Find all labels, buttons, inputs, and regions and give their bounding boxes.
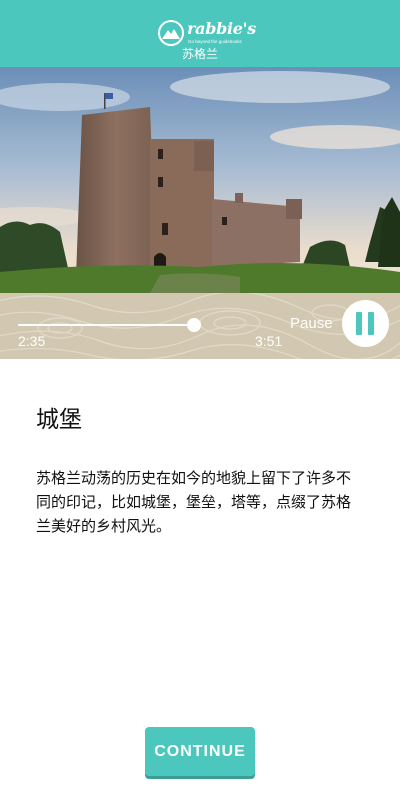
pause-icon-bar	[368, 312, 374, 335]
progress-handle[interactable]	[186, 318, 201, 332]
total-time: 3:51	[255, 333, 283, 349]
mountain-logo-icon	[158, 20, 184, 46]
brand-tagline: Go beyond the guidebooks	[188, 39, 242, 44]
brand-logo: rabbie's Go beyond the guidebooks	[0, 18, 400, 46]
section-title: 城堡	[36, 407, 82, 433]
elapsed-time: 2:35	[18, 333, 46, 349]
pause-label: Pause	[290, 315, 333, 332]
pause-button[interactable]	[342, 300, 389, 347]
castle-hero-image	[0, 67, 400, 293]
continue-button[interactable]: CONTINUE	[145, 727, 255, 776]
progress-track[interactable]	[18, 324, 194, 326]
brand-name: rabbie's	[187, 19, 256, 38]
section-body: 苏格兰动荡的历史在如今的地貌上留下了许多不同的印记，比如城堡，堡垒，塔等，点缀了…	[36, 469, 352, 535]
pause-icon	[356, 312, 362, 335]
app-header: rabbie's Go beyond the guidebooks 苏格兰	[0, 0, 400, 67]
header-subtitle: 苏格兰	[181, 47, 218, 61]
